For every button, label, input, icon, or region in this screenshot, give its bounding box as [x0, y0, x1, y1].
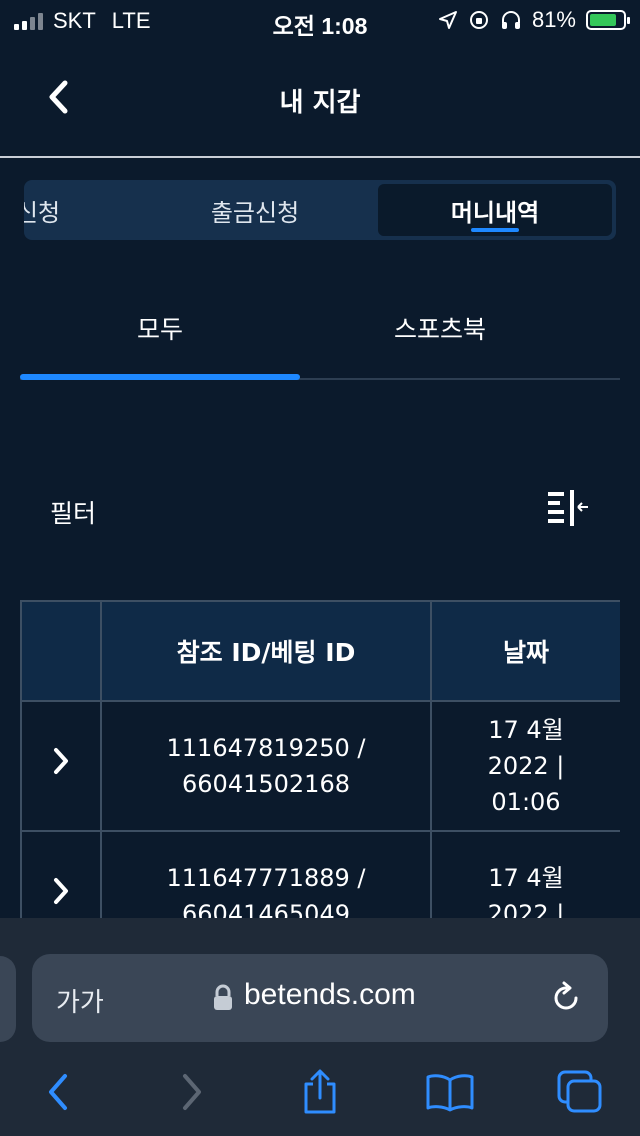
subtab-label: 모두 [136, 315, 183, 344]
text-size-button[interactable]: 가가 [56, 982, 104, 1019]
tabs-button[interactable] [554, 1066, 606, 1118]
share-button[interactable] [294, 1066, 346, 1118]
chevron-left-icon [49, 1074, 67, 1110]
battery-icon [586, 10, 630, 30]
subtab-label: 스포츠북 [393, 315, 486, 344]
previous-tab-peek[interactable] [0, 956, 16, 1042]
tab-label: 신청 [24, 198, 61, 227]
address-bar[interactable]: 가가 betends.com [32, 954, 608, 1042]
bet-id: 66041465049 [182, 900, 350, 918]
filter-label[interactable]: 필터 [50, 494, 96, 530]
date-cell: 17 4월 2022 | 01:06 [430, 700, 620, 832]
table-header-date: 날짜 [430, 600, 620, 702]
reference-cell: 111647819250 / 66041502168 [100, 700, 432, 832]
active-tab-indicator [471, 228, 519, 232]
browser-back-button[interactable] [32, 1066, 84, 1118]
table-header-expand [20, 600, 102, 702]
chevron-right-icon [54, 878, 68, 904]
lock-icon [214, 984, 232, 1010]
filter-tabs: 모두 스포츠북 [20, 280, 620, 380]
subtab-sportsbook[interactable]: 스포츠북 [300, 280, 580, 376]
tab-label: 머니내역 [450, 198, 540, 227]
tab-withdrawal[interactable]: 출금신청 [160, 180, 350, 240]
chevron-right-icon [183, 1074, 201, 1110]
reference-id: 111647819250 / [166, 734, 366, 762]
date-year: 2022 | [487, 900, 565, 918]
header: 내 지갑 [0, 40, 640, 158]
active-subtab-indicator [20, 374, 300, 380]
browser-bar: 가가 betends.com [0, 918, 640, 1136]
expand-cell[interactable] [20, 700, 102, 832]
headphones-icon [501, 11, 520, 29]
filter-toggle-icon[interactable] [544, 488, 592, 528]
battery-percent: 81% [531, 7, 576, 32]
transactions-table: 참조 ID/베팅 ID 날짜 111647819250 / 6604150216… [20, 600, 620, 918]
reference-id: 111647771889 / [166, 864, 366, 892]
date-day-month: 17 4월 [488, 716, 564, 744]
date-time: 01:06 [491, 788, 561, 816]
table-row[interactable]: 111647771889 / 66041465049 17 4월 2022 | [20, 830, 620, 918]
date-cell: 17 4월 2022 | [430, 830, 620, 918]
browser-toolbar [0, 1058, 640, 1128]
book-icon [426, 1074, 474, 1112]
subtab-all[interactable]: 모두 [20, 280, 300, 376]
chevron-right-icon [54, 748, 68, 774]
tab-deposit[interactable]: 신청 [24, 180, 98, 240]
browser-forward-button[interactable] [166, 1066, 218, 1118]
bet-id: 66041502168 [182, 770, 350, 798]
date-day-month: 17 4월 [488, 864, 564, 892]
date-year: 2022 | [487, 752, 565, 780]
share-icon [304, 1069, 336, 1114]
location-icon [438, 11, 457, 29]
reload-icon[interactable] [546, 978, 586, 1018]
tabs-icon [557, 1070, 602, 1113]
page-title: 내 지갑 [279, 88, 361, 118]
rotation-lock-icon [469, 11, 488, 29]
status-right: 81% [438, 7, 630, 33]
status-bar: SKT LTE 오전 1:08 81% [0, 0, 640, 40]
table-header-reference: 참조 ID/베팅 ID [100, 600, 432, 702]
tab-money-history[interactable]: 머니내역 [378, 184, 612, 236]
reference-cell: 111647771889 / 66041465049 [100, 830, 432, 918]
expand-cell[interactable] [20, 830, 102, 918]
bookmarks-button[interactable] [424, 1066, 476, 1118]
wallet-tab-bar: 신청 출금신청 머니내역 [24, 180, 616, 240]
table-row[interactable]: 111647819250 / 66041502168 17 4월 2022 | … [20, 700, 620, 832]
tab-label: 출금신청 [210, 198, 300, 227]
url-text: betends.com [244, 978, 416, 1011]
table-header-row: 참조 ID/베팅 ID 날짜 [20, 600, 620, 702]
